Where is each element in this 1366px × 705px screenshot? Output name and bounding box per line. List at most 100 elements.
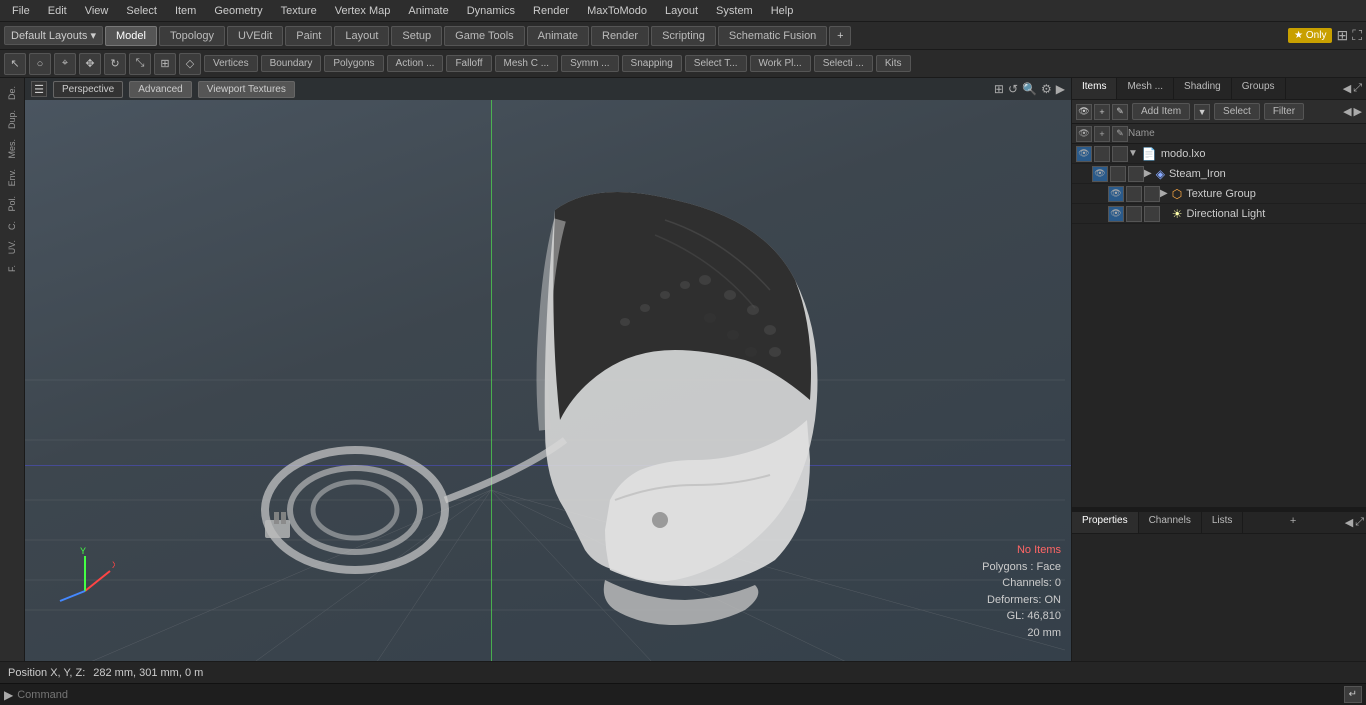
tab-topology[interactable]: Topology <box>159 26 225 46</box>
tab-schematic-fusion[interactable]: Schematic Fusion <box>718 26 827 46</box>
menu-vertex-map[interactable]: Vertex Map <box>327 3 399 19</box>
menu-help[interactable]: Help <box>763 3 802 19</box>
command-input[interactable] <box>17 689 1339 701</box>
items-list[interactable]: 👁 ▼ 📄 modo.lxo 👁 ▶ ◈ Steam_Iron <box>1072 144 1366 507</box>
props-expand-icon[interactable]: ⤢ <box>1355 516 1364 529</box>
sidebar-item-dup[interactable]: Dup. <box>5 106 19 133</box>
tree-item-steam-iron[interactable]: 👁 ▶ ◈ Steam_Iron <box>1072 164 1366 184</box>
command-submit[interactable]: ↵ <box>1344 686 1362 703</box>
vp-tab-textures[interactable]: Viewport Textures <box>198 81 295 98</box>
edit-modo-lxo[interactable] <box>1112 146 1128 162</box>
menu-maxtomodo[interactable]: MaxToModo <box>579 3 655 19</box>
right-tab-groups[interactable]: Groups <box>1232 78 1286 99</box>
falloff-button[interactable]: Falloff <box>446 55 491 72</box>
menu-layout[interactable]: Layout <box>657 3 706 19</box>
right-tab-shading[interactable]: Shading <box>1174 78 1232 99</box>
transform-icon[interactable]: ⊞ <box>154 53 176 75</box>
mesh-button[interactable]: Mesh C ... <box>495 55 559 72</box>
expand-arrow-texture[interactable]: ▶ <box>1160 188 1168 199</box>
tab-layout[interactable]: Layout <box>334 26 389 46</box>
lock-texture[interactable] <box>1126 186 1142 202</box>
right-tab-mesh[interactable]: Mesh ... <box>1117 78 1174 99</box>
search-icon[interactable]: 🔍 <box>1022 82 1037 96</box>
move-icon[interactable]: ✥ <box>79 53 101 75</box>
lock-light[interactable] <box>1126 206 1142 222</box>
expand-icon[interactable]: ▶ <box>1354 105 1362 118</box>
props-tab-properties[interactable]: Properties <box>1072 512 1139 533</box>
menu-edit[interactable]: Edit <box>40 3 75 19</box>
expand-arrow-modo-lxo[interactable]: ▼ <box>1128 148 1138 159</box>
header-lock-icon[interactable]: + <box>1094 126 1110 142</box>
tab-animate[interactable]: Animate <box>527 26 589 46</box>
panel-icon-2[interactable]: ⤢ <box>1353 82 1362 95</box>
select-button[interactable]: Select <box>1214 103 1260 120</box>
right-tab-items[interactable]: Items <box>1072 78 1117 99</box>
props-tab-channels[interactable]: Channels <box>1139 512 1202 533</box>
tab-uvedit[interactable]: UVEdit <box>227 26 283 46</box>
layout-dropdown[interactable]: Default Layouts ▾ <box>4 26 103 45</box>
viewport[interactable]: ☰ Perspective Advanced Viewport Textures… <box>25 78 1071 661</box>
menu-item[interactable]: Item <box>167 3 204 19</box>
sidebar-item-env[interactable]: Env. <box>5 165 19 190</box>
edit-light[interactable] <box>1144 206 1160 222</box>
lock-modo-lxo[interactable] <box>1094 146 1110 162</box>
fullscreen-icon[interactable]: ⛶ <box>1352 27 1362 44</box>
tab-model[interactable]: Model <box>105 26 157 46</box>
tab-paint[interactable]: Paint <box>285 26 332 46</box>
vp-tab-perspective[interactable]: Perspective <box>53 81 123 98</box>
symmetry-button[interactable]: Symm ... <box>561 55 618 72</box>
eye-light[interactable]: 👁 <box>1108 206 1124 222</box>
menu-texture[interactable]: Texture <box>273 3 325 19</box>
settings-icon[interactable]: ⚙ <box>1041 82 1052 96</box>
kits-button[interactable]: Kits <box>876 55 911 72</box>
viewport-canvas[interactable]: X Y Z No Items Polygons : Face Channels:… <box>25 100 1071 661</box>
collapse-icon[interactable]: ◀ <box>1343 105 1351 118</box>
tab-game-tools[interactable]: Game Tools <box>444 26 525 46</box>
select-i-button[interactable]: Selecti ... <box>814 55 873 72</box>
refresh-icon[interactable]: ↺ <box>1008 82 1018 96</box>
circle-icon[interactable]: ○ <box>29 53 51 75</box>
props-tab-lists[interactable]: Lists <box>1202 512 1244 533</box>
action-button[interactable]: Action ... <box>387 55 444 72</box>
sidebar-item-uv[interactable]: UV. <box>5 236 19 258</box>
menu-dynamics[interactable]: Dynamics <box>459 3 523 19</box>
dropdown-icon[interactable]: ▼ <box>1194 104 1210 120</box>
viewport-menu-icon[interactable]: ☰ <box>31 81 47 97</box>
sidebar-item-c[interactable]: C. <box>5 217 19 234</box>
menu-file[interactable]: File <box>4 3 38 19</box>
tab-setup[interactable]: Setup <box>391 26 442 46</box>
props-plus-button[interactable]: + <box>1284 512 1302 533</box>
panel-icon-1[interactable]: ◀ <box>1343 82 1351 95</box>
sidebar-item-de[interactable]: De. <box>5 82 19 104</box>
eye-steam-iron[interactable]: 👁 <box>1092 166 1108 182</box>
polygons-button[interactable]: Polygons <box>324 55 383 72</box>
edit-steam-iron[interactable] <box>1128 166 1144 182</box>
vp-tab-advanced[interactable]: Advanced <box>129 81 191 98</box>
menu-select[interactable]: Select <box>118 3 165 19</box>
poly-icon[interactable]: ◇ <box>179 53 201 75</box>
expand-arrow-steam-iron[interactable]: ▶ <box>1144 168 1152 179</box>
filter-button[interactable]: Filter <box>1264 103 1304 120</box>
expand-icon[interactable]: ⊞ <box>1336 27 1348 44</box>
header-edit-icon[interactable]: ✎ <box>1112 126 1128 142</box>
select-t-button[interactable]: Select T... <box>685 55 747 72</box>
tree-item-modo-lxo[interactable]: 👁 ▼ 📄 modo.lxo <box>1072 144 1366 164</box>
vertices-button[interactable]: Vertices <box>204 55 258 72</box>
expand-vp-icon[interactable]: ▶ <box>1056 82 1065 96</box>
sidebar-item-mes[interactable]: Mes. <box>5 135 19 163</box>
header-eye-icon[interactable]: 👁 <box>1076 126 1092 142</box>
scale-icon[interactable]: ⤡ <box>129 53 151 75</box>
star-badge[interactable]: ★ Only <box>1288 28 1332 43</box>
snapping-button[interactable]: Snapping <box>622 55 682 72</box>
eye-modo-lxo[interactable]: 👁 <box>1076 146 1092 162</box>
boundary-button[interactable]: Boundary <box>261 55 322 72</box>
rotate-icon[interactable]: ↻ <box>104 53 126 75</box>
menu-render[interactable]: Render <box>525 3 577 19</box>
eye-toggle[interactable]: 👁 <box>1076 104 1092 120</box>
work-plane-button[interactable]: Work Pl... <box>750 55 811 72</box>
add-tab-button[interactable]: + <box>829 26 851 46</box>
lasso-icon[interactable]: ⌖ <box>54 53 76 75</box>
sidebar-item-pol[interactable]: Pol. <box>5 192 19 216</box>
select-tool-icon[interactable]: ↖ <box>4 53 26 75</box>
menu-geometry[interactable]: Geometry <box>206 3 270 19</box>
